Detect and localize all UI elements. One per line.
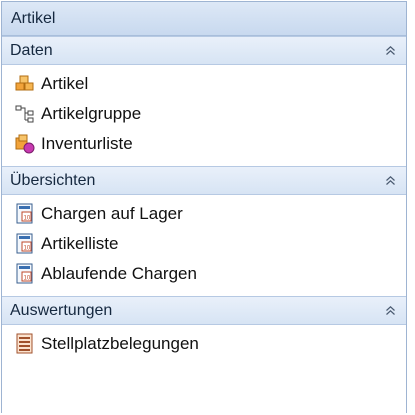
section-items-auswertungen: Stellplatzbelegungen [2, 325, 406, 366]
collapse-chevron-icon[interactable] [380, 37, 400, 64]
section-items-daten: Artikel Artikelgruppe Inventurliste [2, 65, 406, 166]
nav-item-ablaufende-chargen[interactable]: 10 Ablaufende Chargen [2, 259, 406, 289]
nav-item-label: Ablaufende Chargen [41, 264, 197, 283]
collapse-chevron-icon[interactable] [380, 167, 400, 194]
section-header-daten[interactable]: Daten [2, 36, 406, 65]
nav-item-label: Stellplatzbelegungen [41, 334, 199, 353]
boxes-icon [13, 72, 37, 96]
section-title: Übersichten [10, 172, 96, 189]
calendar-report-icon: 10 [13, 202, 37, 226]
svg-text:10: 10 [24, 276, 31, 282]
nav-item-artikelgruppe[interactable]: Artikelgruppe [2, 99, 406, 129]
panel-title: Artikel [2, 2, 406, 36]
nav-item-label: Artikel [41, 74, 89, 93]
svg-text:10: 10 [24, 216, 31, 222]
section-header-uebersichten[interactable]: Übersichten [2, 166, 406, 195]
nav-item-label: Chargen auf Lager [41, 204, 183, 223]
calendar-report-icon: 10 [13, 232, 37, 256]
section-header-auswertungen[interactable]: Auswertungen [2, 296, 406, 325]
section-title: Auswertungen [10, 302, 113, 319]
collapse-chevron-icon[interactable] [380, 297, 400, 324]
nav-item-label: Artikelliste [41, 234, 119, 253]
navigation-panel: Artikel Daten Artikel Artikelgruppe Inve… [1, 1, 407, 413]
calendar-report-icon: 10 [13, 262, 37, 286]
nav-item-inventurliste[interactable]: Inventurliste [2, 129, 406, 159]
nav-item-artikelliste[interactable]: 10 Artikelliste [2, 229, 406, 259]
section-items-uebersichten: 10 Chargen auf Lager 10 Artikelliste 10 … [2, 195, 406, 296]
inventory-icon [13, 132, 37, 156]
report-list-icon [13, 332, 37, 356]
nav-item-label: Artikelgruppe [41, 104, 142, 123]
nav-item-artikel[interactable]: Artikel [2, 69, 406, 99]
hierarchy-icon [13, 102, 37, 126]
section-title: Daten [10, 42, 53, 59]
nav-item-stellplatzbelegungen[interactable]: Stellplatzbelegungen [2, 329, 406, 359]
svg-text:10: 10 [24, 246, 31, 252]
nav-item-chargen-auf-lager[interactable]: 10 Chargen auf Lager [2, 199, 406, 229]
nav-item-label: Inventurliste [41, 134, 133, 153]
